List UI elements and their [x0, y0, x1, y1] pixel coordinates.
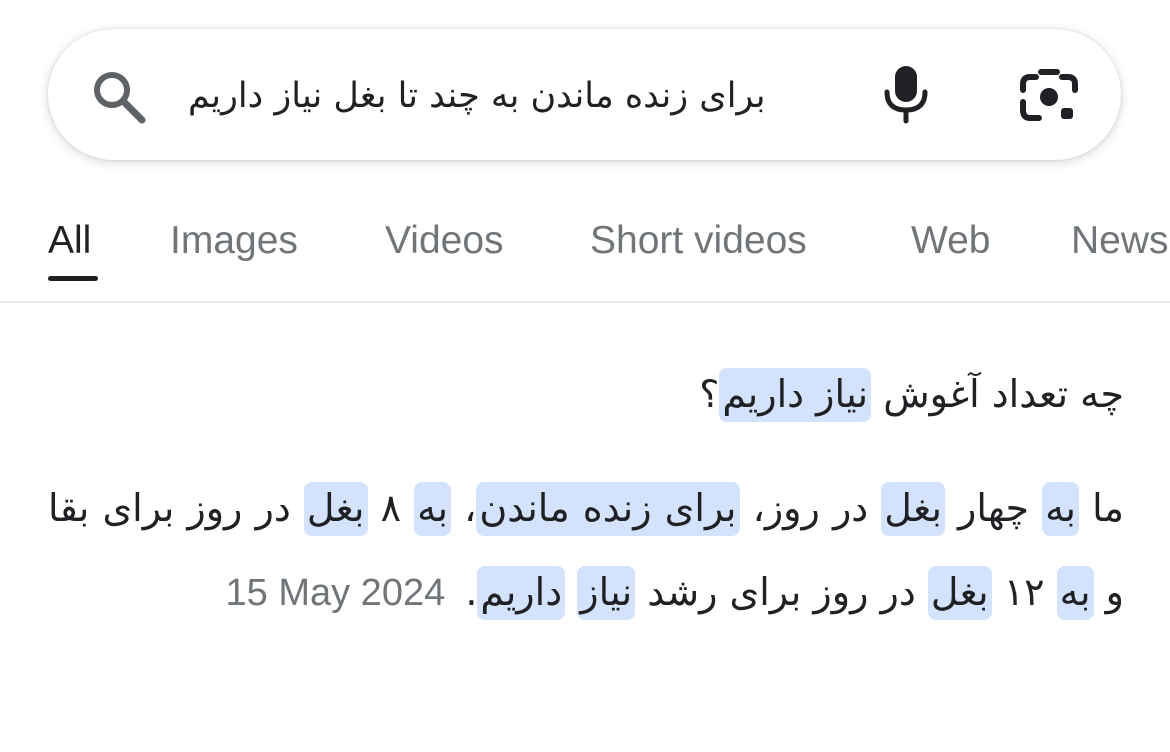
- tab-videos[interactable]: Videos: [385, 216, 504, 266]
- camera-lens-icon[interactable]: [1019, 68, 1079, 124]
- snippet-question-mark: ؟: [699, 372, 720, 416]
- tab-news[interactable]: News: [1071, 216, 1169, 266]
- search-icon[interactable]: [90, 68, 148, 126]
- snippet-date: 15 May 2024: [225, 572, 446, 614]
- snippet-question-text: چه تعداد آغوش: [871, 372, 1124, 416]
- search-results-page: برای زنده ماندن به چند تا بغل نیاز داریم…: [0, 0, 1170, 752]
- snippet-question-highlight: نیاز داریم: [719, 368, 872, 422]
- snippet-text-part: ،: [451, 486, 477, 530]
- snippet-highlight: به: [1042, 482, 1080, 536]
- snippet-text-part: ۸: [367, 486, 415, 530]
- snippet-highlight: به: [1056, 566, 1094, 620]
- snippet-highlight: داریم: [477, 566, 566, 620]
- featured-snippet: چه تعداد آغوش نیاز داریم؟ ما به چهار بغل…: [48, 352, 1124, 635]
- snippet-text-part: در روز،: [739, 486, 882, 530]
- snippet-answer-text: ما به چهار بغل در روز، برای زنده ماندن، …: [48, 482, 1124, 620]
- snippet-highlight: بغل: [881, 482, 945, 536]
- snippet-text-part: در روز برای رشد: [635, 570, 928, 614]
- search-input[interactable]: برای زنده ماندن به چند تا بغل نیاز داریم: [188, 62, 848, 130]
- active-tab-indicator: [48, 276, 98, 281]
- mic-icon[interactable]: [881, 64, 931, 124]
- tab-short-videos[interactable]: Short videos: [590, 216, 807, 266]
- snippet-highlight: به: [414, 482, 452, 536]
- snippet-answer: ما به چهار بغل در روز، برای زنده ماندن، …: [48, 466, 1124, 635]
- snippet-text-part: .: [465, 570, 478, 614]
- snippet-highlight: بغل: [927, 566, 992, 620]
- snippet-text-part: ۱۲: [991, 570, 1057, 614]
- search-tabs: All Images Videos Short videos Web News: [0, 196, 1170, 300]
- snippet-text-part: ما: [1079, 486, 1125, 530]
- tab-images[interactable]: Images: [170, 216, 298, 266]
- tabs-divider: [0, 301, 1170, 303]
- snippet-text-part: چهار: [944, 486, 1043, 530]
- snippet-question[interactable]: چه تعداد آغوش نیاز داریم؟: [48, 352, 1124, 436]
- snippet-text-part: [565, 570, 577, 614]
- tab-web[interactable]: Web: [911, 216, 991, 266]
- snippet-highlight: نیاز: [577, 566, 636, 620]
- tab-all[interactable]: All: [48, 216, 91, 266]
- snippet-highlight: بغل: [303, 482, 368, 536]
- snippet-highlight: برای زنده ماندن: [476, 482, 740, 536]
